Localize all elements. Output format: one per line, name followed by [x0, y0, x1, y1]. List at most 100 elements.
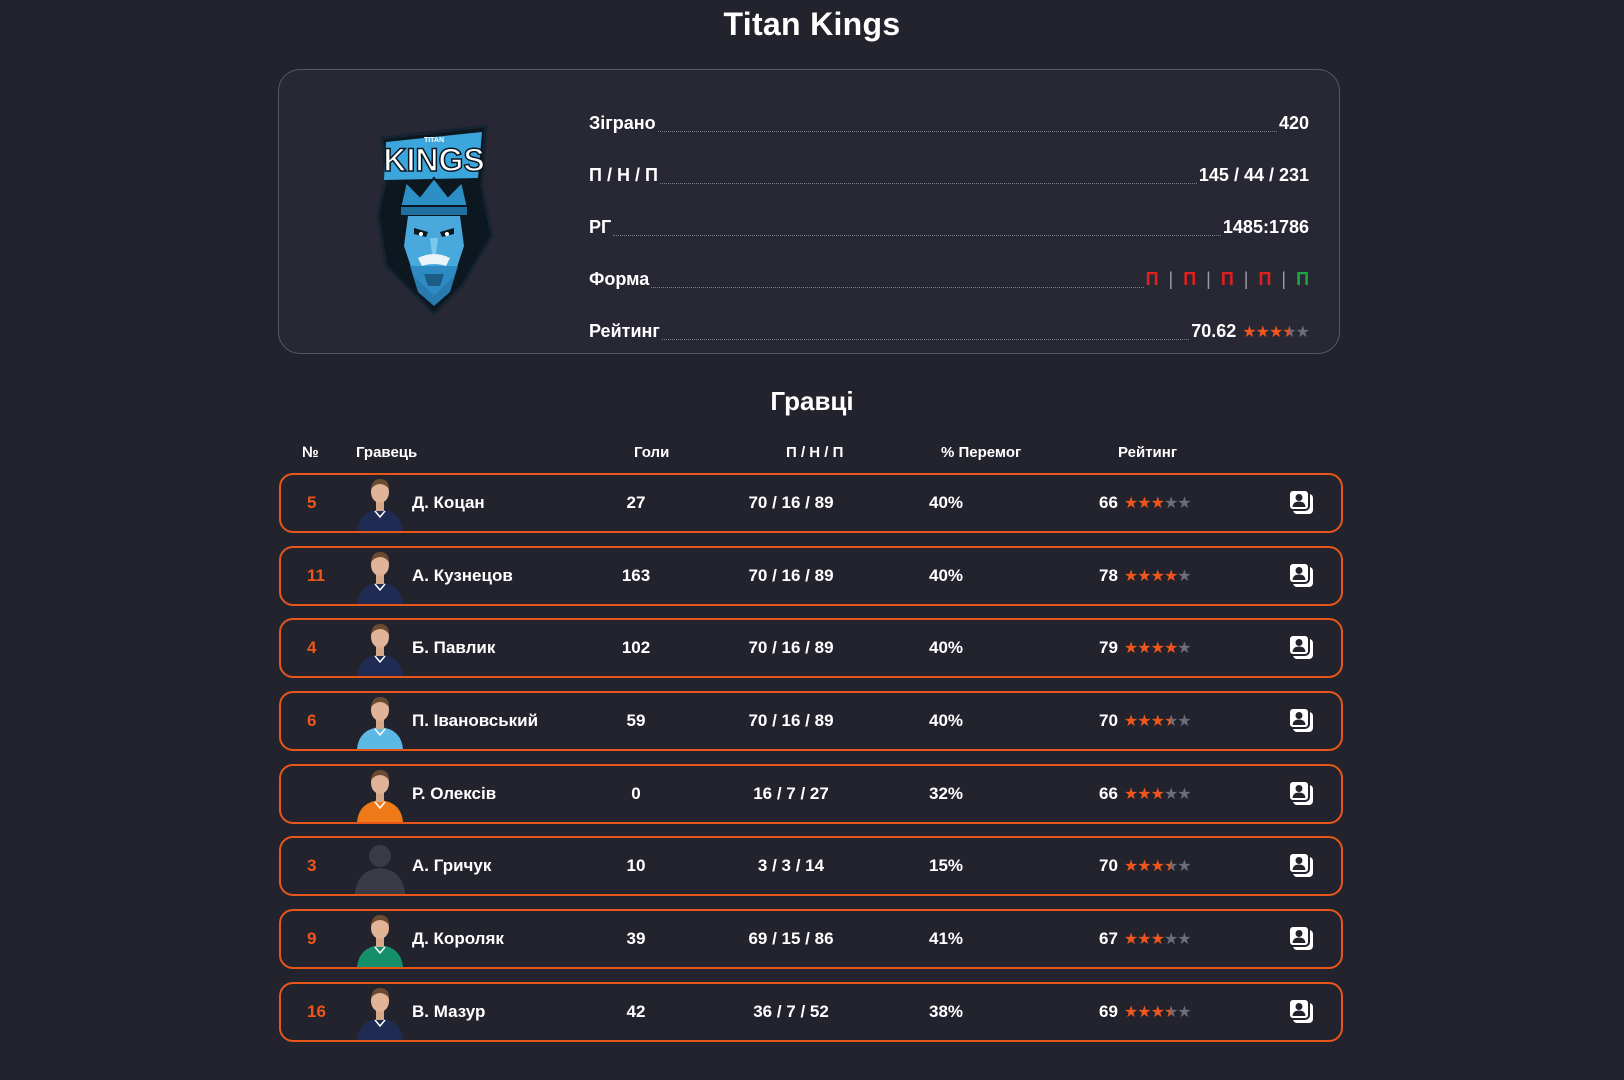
player-card-button[interactable]	[1287, 984, 1317, 1040]
player-card-icon[interactable]	[1287, 561, 1317, 591]
player-goals: 42	[626, 1001, 646, 1021]
player-rating-stars: ★ ★ ★ ★ ★	[1124, 493, 1192, 513]
players-section-title: Гравці	[770, 386, 854, 416]
star-icon: ★	[1150, 858, 1165, 876]
player-name[interactable]: Р. Олексів	[412, 766, 496, 822]
player-wdl: 36 / 7 / 52	[753, 1001, 829, 1021]
stat-goals: РГ 1485:1786	[589, 198, 1309, 250]
player-wdl: 69 / 15 / 86	[748, 929, 834, 949]
player-row[interactable]: 16 В. Мазур 42 36 / 7 / 52 38% 69 ★ ★ ★ ★ ★	[279, 981, 1343, 1042]
star-icon: ★	[1163, 640, 1178, 658]
star-icon: ★	[1177, 567, 1191, 585]
star-icon: ★	[1123, 931, 1138, 949]
star-icon: ★	[1163, 1003, 1178, 1021]
player-rating: 79 ★ ★ ★ ★ ★	[1099, 620, 1192, 676]
player-avatar	[351, 984, 409, 1040]
star-icon: ★	[1137, 567, 1151, 585]
player-row[interactable]: 4 Б. Павлик 102 70 / 16 / 89 40% 79 ★ ★ ★ ★ ★	[279, 618, 1343, 679]
player-number: 3	[307, 856, 317, 876]
player-card-button[interactable]	[1287, 693, 1317, 749]
player-rating-value: 66	[1099, 783, 1118, 803]
player-goals: 163	[621, 565, 651, 585]
star-icon: ★	[1282, 323, 1296, 341]
player-row[interactable]: 5 Д. Коцан 27 70 / 16 / 89 40% 66 ★ ★ ★ ★ ★	[279, 473, 1343, 533]
star-icon: ★	[1163, 785, 1178, 803]
player-row[interactable]: 11 А. Кузнецов 163 70 / 16 / 89 40% 78 ★ ★ ★ ★ ★	[279, 545, 1343, 606]
player-rating: 70 ★ ★ ★ ★ ★	[1099, 693, 1192, 749]
player-rating: 70 ★ ★ ★ ★ ★	[1099, 838, 1192, 894]
players-list: 5 Д. Коцан 27 70 / 16 / 89 40% 66 ★ ★ ★ ★ ★ 11 А. Ку…	[279, 473, 1343, 1055]
star-icon: ★	[1150, 785, 1165, 803]
player-win-pct: 15%	[928, 856, 964, 876]
star-icon: ★	[1123, 640, 1138, 658]
player-card-button[interactable]	[1287, 838, 1317, 894]
player-card-icon[interactable]	[1287, 488, 1317, 518]
player-card-icon[interactable]	[1287, 851, 1317, 881]
player-name[interactable]: А. Кузнецов	[412, 548, 513, 604]
player-wdl: 70 / 16 / 89	[748, 711, 834, 731]
player-name[interactable]: А. Гричук	[412, 838, 491, 894]
player-avatar	[351, 766, 409, 822]
player-win-pct: 40%	[928, 638, 964, 658]
player-rating: 69 ★ ★ ★ ★ ★	[1099, 984, 1192, 1040]
player-row[interactable]: 3 А. Гричук 10 3 / 3 / 14 15% 70 ★ ★ ★ ★ ★	[279, 836, 1343, 897]
player-rating: 78 ★ ★ ★ ★ ★	[1099, 548, 1192, 604]
player-wdl: 70 / 16 / 89	[748, 493, 834, 512]
player-goals: 59	[626, 711, 646, 731]
player-name[interactable]: Д. Коцан	[412, 475, 485, 531]
stat-rating-label: Рейтинг	[589, 321, 660, 341]
player-number: 4	[307, 638, 317, 658]
stat-dots	[657, 131, 1277, 132]
star-icon: ★	[1123, 858, 1138, 876]
player-card-button[interactable]	[1287, 475, 1317, 531]
stat-wdl-label: П / Н / П	[589, 165, 658, 185]
player-name[interactable]: В. Мазур	[412, 984, 485, 1040]
player-card-icon[interactable]	[1287, 633, 1317, 663]
player-name[interactable]: П. Івановський	[412, 693, 538, 749]
player-card-button[interactable]	[1287, 620, 1317, 676]
star-icon: ★	[1177, 495, 1191, 512]
player-row[interactable]: 6 П. Івановський 59 70 / 16 / 89 40% 70 ★ ★ ★ ★ ★	[279, 691, 1343, 752]
player-wdl: 70 / 16 / 89	[748, 638, 834, 658]
stat-goals-label: РГ	[589, 217, 612, 237]
star-icon: ★	[1242, 323, 1256, 341]
player-avatar	[351, 475, 409, 531]
player-win-pct: 38%	[928, 1001, 964, 1021]
player-rating-value: 67	[1099, 929, 1118, 949]
player-card-button[interactable]	[1287, 548, 1317, 604]
form-result: П	[1220, 269, 1234, 289]
player-rating-value: 70	[1099, 856, 1118, 876]
player-number: 5	[307, 493, 317, 512]
player-row[interactable]: Р. Олексів 0 16 / 7 / 27 32% 66 ★ ★ ★ ★ ★	[279, 763, 1343, 824]
player-card-icon[interactable]	[1287, 779, 1317, 809]
stat-wdl: П / Н / П 145 / 44 / 231	[589, 146, 1309, 198]
player-card-icon[interactable]	[1287, 997, 1317, 1027]
player-win-pct: 40%	[928, 565, 964, 585]
player-goals: 27	[626, 493, 646, 512]
player-card-button[interactable]	[1287, 911, 1317, 967]
player-avatar	[351, 693, 409, 750]
stat-rating: Рейтинг 70.62 ★ ★ ★ ★ ★	[589, 302, 1310, 354]
star-icon: ★	[1137, 640, 1151, 658]
player-number: 11	[307, 565, 325, 585]
star-icon: ★	[1123, 713, 1138, 731]
form-indicators: П | П | П | П | П	[1146, 269, 1309, 302]
player-row[interactable]: 9 Д. Короляк 39 69 / 15 / 86 41% 67 ★ ★ ★ ★ ★	[279, 909, 1343, 970]
player-card-button[interactable]	[1287, 766, 1317, 822]
player-avatar	[351, 838, 409, 895]
player-rating-stars: ★ ★ ★ ★ ★	[1124, 784, 1192, 804]
form-separator: |	[1206, 269, 1211, 289]
player-card-icon[interactable]	[1287, 706, 1317, 736]
player-number: 6	[307, 711, 317, 731]
player-rating-stars: ★ ★ ★ ★ ★	[1123, 638, 1192, 658]
player-card-icon[interactable]	[1287, 924, 1317, 954]
stat-dots	[659, 183, 1197, 184]
player-win-pct: 41%	[928, 929, 964, 949]
form-result: П	[1183, 269, 1197, 289]
player-name[interactable]: Д. Короляк	[412, 911, 504, 967]
stat-dots	[613, 235, 1221, 236]
star-icon: ★	[1268, 323, 1283, 341]
player-rating: 67 ★ ★ ★ ★ ★	[1099, 911, 1192, 967]
star-icon: ★	[1150, 1003, 1165, 1021]
player-name[interactable]: Б. Павлик	[412, 620, 495, 676]
